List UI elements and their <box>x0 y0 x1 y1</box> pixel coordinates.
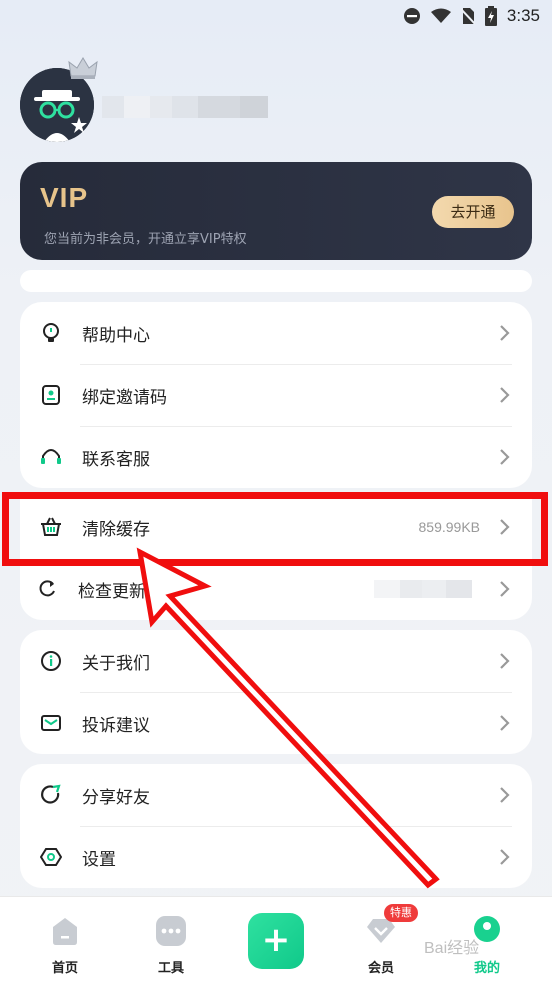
status-time: 3:35 <box>506 6 540 25</box>
menu-item-feedback[interactable]: 投诉建议 <box>20 692 532 754</box>
no-sim-icon <box>460 8 475 25</box>
more-icon <box>156 916 186 946</box>
mail-icon <box>40 712 62 734</box>
chevron-right-icon <box>500 715 510 731</box>
menu-item-label: 关于我们 <box>82 653 150 674</box>
refresh-icon <box>36 578 58 600</box>
menu-item-label: 绑定邀请码 <box>82 387 167 408</box>
menu-item-check-update[interactable]: 检查更新 <box>20 558 532 620</box>
tab-home[interactable]: 首页 <box>25 897 105 983</box>
version-blurred <box>374 580 472 598</box>
dnd-icon <box>403 8 420 24</box>
menu-item-share[interactable]: 分享好友 <box>20 764 532 826</box>
tab-label: 会员 <box>367 961 394 976</box>
menu-item-check-update-container: 检查更新 <box>20 558 532 620</box>
tab-label: 我的 <box>473 961 500 976</box>
vip-card[interactable]: VIP 您当前为非会员，开通立享VIP特权 去开通 <box>20 162 532 260</box>
menu-item-label: 检查更新 <box>78 581 146 602</box>
menu-group-settings: 分享好友 设置 <box>20 764 532 888</box>
menu-item-label: 帮助中心 <box>82 325 150 346</box>
profile-header <box>20 57 532 146</box>
chevron-right-icon <box>500 849 510 865</box>
star-badge-icon <box>71 117 87 133</box>
activate-vip-button[interactable]: 去开通 <box>432 196 514 228</box>
wifi-icon <box>430 8 451 23</box>
menu-group-help: 帮助中心 绑定邀请码 联系客服 <box>20 302 532 488</box>
headset-icon <box>40 446 62 468</box>
card-strip <box>20 270 532 292</box>
menu-item-invite-code[interactable]: 绑定邀请码 <box>20 364 532 426</box>
menu-item-label: 分享好友 <box>82 787 150 808</box>
menu-item-label: 联系客服 <box>82 449 150 470</box>
watermark: Bai经验 <box>424 940 480 957</box>
promo-badge: 特惠 <box>384 904 418 922</box>
crown-icon <box>68 57 98 79</box>
vip-subtitle: 您当前为非会员，开通立享VIP特权 <box>44 232 247 247</box>
username-blurred <box>102 96 268 118</box>
menu-item-label: 投诉建议 <box>82 715 150 736</box>
tab-label: 首页 <box>51 961 78 976</box>
gear-icon <box>40 846 62 868</box>
chevron-right-icon <box>500 449 510 465</box>
menu-item-help-center[interactable]: 帮助中心 <box>20 302 532 364</box>
menu-item-about-us[interactable]: 关于我们 <box>20 630 532 692</box>
add-button[interactable]: + <box>248 913 304 969</box>
info-icon <box>40 650 62 672</box>
chevron-right-icon <box>500 787 510 803</box>
tab-tools[interactable]: 工具 <box>131 897 211 983</box>
highlight-box <box>2 492 548 566</box>
vip-title: VIP <box>40 182 89 213</box>
menu-group-about: 关于我们 投诉建议 <box>20 630 532 754</box>
battery-icon <box>484 6 497 26</box>
share-icon <box>40 784 62 806</box>
chevron-right-icon <box>500 581 510 597</box>
badge-icon <box>40 384 62 406</box>
menu-item-settings[interactable]: 设置 <box>20 826 532 888</box>
chevron-right-icon <box>500 653 510 669</box>
chevron-right-icon <box>500 387 510 403</box>
menu-item-label: 设置 <box>82 849 116 870</box>
home-icon <box>53 918 77 945</box>
bulb-icon <box>40 322 62 344</box>
chevron-right-icon <box>500 325 510 341</box>
menu-item-customer-service[interactable]: 联系客服 <box>20 426 532 488</box>
status-bar: 3:35 <box>0 0 552 34</box>
tab-label: 工具 <box>157 961 184 976</box>
